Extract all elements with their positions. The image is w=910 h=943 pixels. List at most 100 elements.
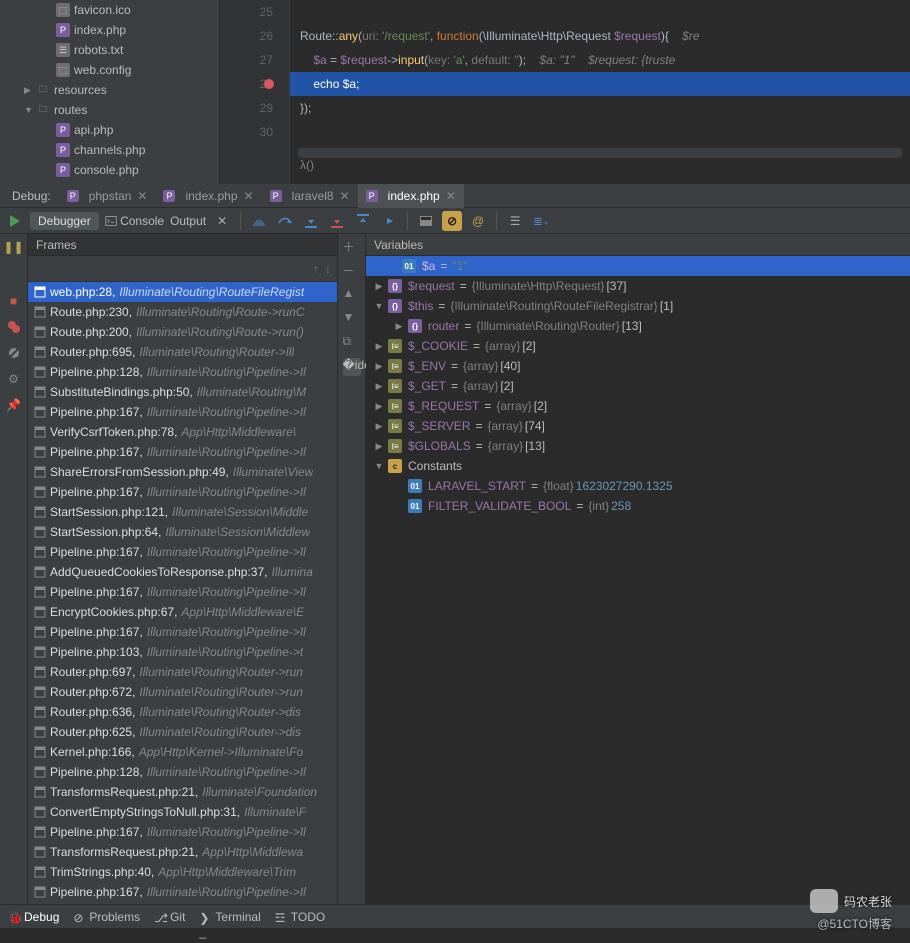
statusbar-terminal[interactable]: ❯_Terminal — [199, 910, 260, 924]
copy-icon[interactable]: ⧉ — [343, 334, 361, 352]
variable-row[interactable]: ▶{}$request = {Illuminate\Http\Request} … — [366, 276, 910, 296]
tree-folder[interactable]: ▶🗀resources — [0, 80, 219, 100]
resume-button[interactable] — [4, 211, 24, 231]
down-icon[interactable]: ▼ — [343, 310, 361, 328]
stack-frame[interactable]: Kernel.php:166, App\Http\Kernel->Illumin… — [28, 742, 337, 762]
code-editor[interactable]: 25 26 27 28 29 30 Route::any(uri: '/requ… — [220, 0, 910, 184]
expand-icon[interactable]: ▶ — [372, 381, 386, 392]
variable-row[interactable]: ▶⁝≡$_ENV = {array} [40] — [366, 356, 910, 376]
breadcrumb[interactable]: λ() — [290, 158, 910, 176]
stack-frame[interactable]: Pipeline.php:167, Illuminate\Routing\Pip… — [28, 542, 337, 562]
tab-output[interactable]: Output — [170, 214, 206, 228]
step-into-icon[interactable] — [301, 211, 321, 231]
tree-file[interactable]: Pchannels.php — [0, 140, 219, 160]
stack-frame[interactable]: Pipeline.php:128, Illuminate\Routing\Pip… — [28, 362, 337, 382]
tab-console[interactable]: Console — [105, 214, 164, 228]
mute-breakpoints-button[interactable] — [5, 344, 23, 362]
add-watch-icon[interactable]: ≣₊ — [531, 211, 551, 231]
stack-frame[interactable]: Pipeline.php:167, Illuminate\Routing\Pip… — [28, 582, 337, 602]
stack-frame[interactable]: EncryptCookies.php:67, App\Http\Middlewa… — [28, 602, 337, 622]
variable-row[interactable]: 01$a = "1" — [366, 256, 910, 276]
stack-frame[interactable]: Router.php:672, Illuminate\Routing\Route… — [28, 682, 337, 702]
expand-icon[interactable]: ▶ — [392, 321, 406, 332]
stack-frame[interactable]: Pipeline.php:167, Illuminate\Routing\Pip… — [28, 622, 337, 642]
pause-button[interactable]: ❚❚ — [5, 238, 23, 256]
variable-row[interactable]: ▶⁝≡$_SERVER = {array} [74] — [366, 416, 910, 436]
evaluate-expression-icon[interactable] — [416, 211, 436, 231]
stack-frame[interactable]: TransformsRequest.php:21, Illuminate\Fou… — [28, 782, 337, 802]
tree-file[interactable]: ☰robots.txt — [0, 40, 219, 60]
remove-icon[interactable]: － — [343, 262, 361, 280]
statusbar-git[interactable]: ⎇Git — [154, 910, 185, 924]
stack-frame[interactable]: StartSession.php:64, Illuminate\Session\… — [28, 522, 337, 542]
close-icon[interactable]: ✕ — [212, 211, 232, 231]
stack-frame[interactable]: Pipeline.php:167, Illuminate\Routing\Pip… — [28, 402, 337, 422]
stack-frame[interactable]: Pipeline.php:167, Illuminate\Routing\Pip… — [28, 882, 337, 902]
debug-tab[interactable]: Pindex.php✕ — [358, 184, 464, 208]
expand-icon[interactable]: ▼ — [372, 461, 386, 471]
variable-row[interactable]: ▶⁝≡$_REQUEST = {array} [2] — [366, 396, 910, 416]
stack-frame[interactable]: AddQueuedCookiesToResponse.php:37, Illum… — [28, 562, 337, 582]
tab-debugger[interactable]: Debugger — [30, 212, 99, 230]
gutter[interactable]: 25 26 27 28 29 30 — [220, 0, 290, 184]
stack-frame[interactable]: Router.php:695, Illuminate\Routing\Route… — [28, 342, 337, 362]
stack-frame[interactable]: Pipeline.php:128, Illuminate\Routing\Pip… — [28, 762, 337, 782]
tree-file[interactable]: Pconsole.php — [0, 160, 219, 180]
settings-button[interactable]: ⚙ — [5, 370, 23, 388]
add-icon[interactable]: ＋ — [343, 238, 361, 256]
expand-icon[interactable]: ▶ — [372, 401, 386, 412]
horizontal-scrollbar[interactable] — [298, 148, 902, 158]
debug-tab[interactable]: Pphpstan✕ — [59, 184, 156, 208]
up-icon[interactable]: ▲ — [343, 286, 361, 304]
frames-list[interactable]: web.php:28, Illuminate\Routing\RouteFile… — [28, 282, 337, 904]
close-icon[interactable]: ✕ — [244, 189, 254, 203]
stack-frame[interactable]: Route.php:200, Illuminate\Routing\Route-… — [28, 322, 337, 342]
view-breakpoints-button[interactable] — [5, 318, 23, 336]
variables-list[interactable]: 01$a = "1"▶{}$request = {Illuminate\Http… — [366, 256, 910, 904]
stack-frame[interactable]: SubstituteBindings.php:50, Illuminate\Ro… — [28, 382, 337, 402]
debug-tab[interactable]: Plaravel8✕ — [262, 184, 358, 208]
stack-frame[interactable]: TransformsRequest.php:21, App\Http\Middl… — [28, 842, 337, 862]
statusbar-todo[interactable]: ☲TODO — [275, 910, 325, 924]
variable-row[interactable]: ▼{}$this = {Illuminate\Routing\RouteFile… — [366, 296, 910, 316]
stack-frame[interactable]: VerifyCsrfToken.php:78, App\Http\Middlew… — [28, 422, 337, 442]
stack-frame[interactable]: Router.php:625, Illuminate\Routing\Route… — [28, 722, 337, 742]
variable-row[interactable]: ▶⁝≡$GLOBALS = {array} [13] — [366, 436, 910, 456]
stack-frame[interactable]: Pipeline.php:167, Illuminate\Routing\Pip… — [28, 442, 337, 462]
tree-file[interactable]: ⬚favicon.ico — [0, 0, 219, 20]
variable-row[interactable]: 01LARAVEL_START = {float} 1623027290.132… — [366, 476, 910, 496]
stack-frame[interactable]: Route.php:230, Illuminate\Routing\Route-… — [28, 302, 337, 322]
variable-row[interactable]: ▼cConstants — [366, 456, 910, 476]
close-icon[interactable]: ✕ — [137, 189, 147, 203]
variable-row[interactable]: ▶{}router = {Illuminate\Routing\Router} … — [366, 316, 910, 336]
stack-frame[interactable]: Pipeline.php:167, Illuminate\Routing\Pip… — [28, 482, 337, 502]
tree-file[interactable]: Papi.php — [0, 120, 219, 140]
statusbar-debug[interactable]: 🐞Debug — [8, 910, 59, 924]
tree-file[interactable]: ⬚web.config — [0, 60, 219, 80]
link-icon[interactable]: �ideia — [343, 358, 361, 376]
expand-icon[interactable]: ▶ — [372, 281, 386, 292]
stack-frame[interactable]: Router.php:697, Illuminate\Routing\Route… — [28, 662, 337, 682]
show-execution-point-icon[interactable] — [249, 211, 269, 231]
expand-icon[interactable]: ▶ — [372, 441, 386, 452]
project-tree[interactable]: ⬚favicon.ico Pindex.php ☰robots.txt ⬚web… — [0, 0, 220, 184]
stack-frame[interactable]: StartSession.php:121, Illuminate\Session… — [28, 502, 337, 522]
list-icon[interactable]: ☰ — [505, 211, 525, 231]
tree-file[interactable]: Pindex.php — [0, 20, 219, 40]
stop-button[interactable]: ■ — [5, 292, 23, 310]
stack-frame[interactable]: TrimStrings.php:40, App\Http\Middleware\… — [28, 862, 337, 882]
expand-icon[interactable]: ▶ — [372, 421, 386, 432]
expand-icon[interactable]: ▶ — [372, 341, 386, 352]
breakpoint-icon[interactable] — [264, 79, 274, 89]
debug-tab[interactable]: Pindex.php✕ — [155, 184, 261, 208]
force-step-into-icon[interactable] — [327, 211, 347, 231]
variable-row[interactable]: ▶⁝≡$_GET = {array} [2] — [366, 376, 910, 396]
prev-frame-icon[interactable]: ↑ — [313, 262, 319, 276]
code-area[interactable]: Route::any(uri: '/request', function(\Il… — [290, 0, 910, 184]
stack-frame[interactable]: Router.php:636, Illuminate\Routing\Route… — [28, 702, 337, 722]
stack-frame[interactable]: web.php:28, Illuminate\Routing\RouteFile… — [28, 282, 337, 302]
statusbar-problems[interactable]: ⊘Problems — [73, 910, 140, 924]
pin-button[interactable]: 📌 — [5, 396, 23, 414]
trace-icon[interactable]: ⊘ — [442, 211, 462, 231]
expand-icon[interactable]: ▼ — [372, 301, 386, 311]
